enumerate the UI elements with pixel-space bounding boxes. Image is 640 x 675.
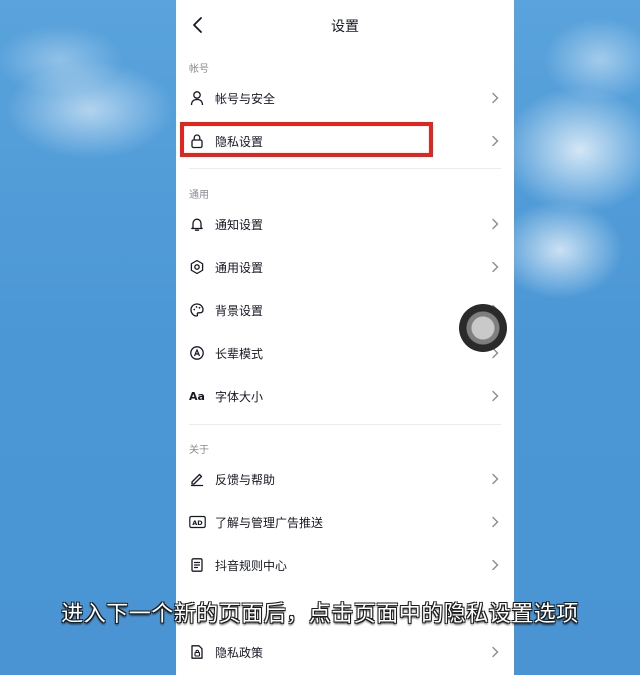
privacy-policy-icon — [188, 643, 206, 661]
settings-item-label: 隐私政策 — [215, 645, 264, 660]
settings-item-label: 背景设置 — [215, 303, 264, 318]
ad-glyph: AD — [192, 519, 203, 527]
settings-item-feedback[interactable]: 反馈与帮助 — [176, 459, 514, 499]
settings-item-notifications[interactable]: 通知设置 — [176, 204, 514, 244]
video-caption: 进入下一个新的页面后，点击页面中的隐私设置选项 — [61, 602, 579, 627]
settings-item-label: 反馈与帮助 — [215, 472, 276, 487]
section-divider — [189, 168, 501, 169]
gear-icon — [188, 258, 206, 276]
settings-item-label: 通知设置 — [215, 217, 264, 232]
page-title: 设置 — [331, 19, 359, 35]
section-label-account: 帐号 — [189, 64, 209, 75]
settings-item-privacy-policy[interactable]: 隐私政策 — [176, 632, 514, 672]
edit-pen-icon — [188, 470, 206, 488]
settings-item-ad-management[interactable]: AD 了解与管理广告推送 — [176, 502, 514, 542]
font-size-glyph: Aa — [189, 389, 205, 403]
settings-item-label: 字体大小 — [215, 389, 264, 404]
settings-item-label: 抖音规则中心 — [215, 558, 288, 573]
section-label-general: 通用 — [189, 190, 209, 201]
elder-mode-icon — [188, 344, 206, 362]
chevron-right-icon — [489, 645, 501, 659]
chevron-right-icon — [489, 260, 501, 274]
chevron-right-icon — [489, 515, 501, 529]
settings-item-general[interactable]: 通用设置 — [176, 247, 514, 287]
touch-indicator — [459, 304, 507, 352]
section-divider — [189, 424, 501, 425]
chevron-right-icon — [489, 217, 501, 231]
settings-item-font-size[interactable]: Aa 字体大小 — [176, 376, 514, 416]
settings-item-label: 帐号与安全 — [215, 91, 276, 106]
person-icon — [188, 89, 206, 107]
section-label-about: 关于 — [189, 445, 209, 456]
settings-item-label: 通用设置 — [215, 260, 264, 275]
settings-item-rules-center[interactable]: 抖音规则中心 — [176, 545, 514, 585]
chevron-right-icon — [489, 389, 501, 403]
ad-icon: AD — [188, 513, 206, 531]
palette-icon — [188, 301, 206, 319]
chevron-right-icon — [489, 472, 501, 486]
chevron-right-icon — [489, 91, 501, 105]
chevron-right-icon — [489, 134, 501, 148]
chevron-right-icon — [489, 558, 501, 572]
settings-item-label: 了解与管理广告推送 — [215, 515, 324, 530]
settings-item-account-security[interactable]: 帐号与安全 — [176, 78, 514, 118]
top-bar: 设置 — [176, 0, 514, 52]
rules-doc-icon — [188, 556, 206, 574]
bell-icon — [188, 215, 206, 233]
privacy-settings-highlight-box — [180, 122, 433, 157]
font-size-icon: Aa — [188, 387, 206, 405]
settings-item-label: 长辈模式 — [215, 346, 264, 361]
